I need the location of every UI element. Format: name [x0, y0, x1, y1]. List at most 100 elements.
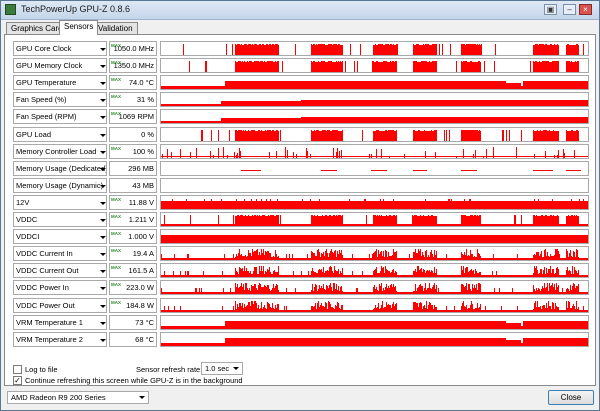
sensor-value-text: 1069 RPM [118, 112, 154, 122]
sensor-value-text: 100 % [132, 146, 154, 156]
sensor-name-dropdown[interactable]: VDDCI [13, 229, 107, 245]
sensor-value-text: 31 % [136, 95, 154, 105]
sensor-graph [160, 126, 589, 142]
sensor-value-text: 43 MB [132, 180, 154, 190]
sensor-name-dropdown[interactable]: 12V [13, 194, 107, 210]
chevron-down-icon [100, 338, 106, 342]
sensor-value: MAX 11.88 V [109, 194, 157, 210]
graph-trace [161, 283, 588, 295]
sensor-value-text: 161.5 A [128, 266, 154, 276]
sensor-value-text: 19.4 A [132, 249, 154, 259]
refresh-rate-value: 1.0 sec [205, 364, 230, 373]
sensor-value: MAX 31 % [109, 92, 157, 108]
sensor-name-dropdown[interactable]: Fan Speed (RPM) [13, 109, 107, 125]
sensor-name: Memory Usage (Dynamic) [16, 180, 104, 190]
graph-trace [161, 235, 588, 244]
sensor-value: 0 % [109, 126, 157, 142]
gpuz-window: TechPowerUp GPU-Z 0.8.6 ▣ – × Graphics C… [0, 0, 600, 411]
close-button[interactable]: Close [548, 390, 594, 405]
sensor-name-dropdown[interactable]: Memory Usage (Dynamic) [13, 177, 107, 193]
sensor-value: MAX 1069 RPM [109, 109, 157, 125]
sensor-name: GPU Memory Clock [16, 61, 83, 71]
sensor-row: VDDCI MAX 1.000 V [13, 229, 589, 245]
sensor-name: VRM Temperature 1 [16, 317, 83, 327]
graph-trace [161, 249, 588, 261]
sensor-value: MAX 100 % [109, 143, 157, 159]
minimize-button[interactable]: – [563, 4, 576, 15]
sensor-name-dropdown[interactable]: GPU Load [13, 126, 107, 142]
sensor-graph [160, 297, 589, 313]
tab-sensors[interactable]: Sensors [59, 20, 99, 35]
sensor-name: GPU Load [16, 129, 52, 139]
refresh-rate-select[interactable]: 1.0 sec [201, 362, 243, 375]
close-window-button[interactable]: × [579, 4, 592, 15]
screenshot-camera-icon[interactable]: ▣ [544, 4, 557, 15]
chevron-down-icon [100, 270, 106, 274]
chevron-down-icon [100, 116, 106, 120]
sensor-name-dropdown[interactable]: GPU Memory Clock [13, 58, 107, 74]
sensor-value: 68 °C [109, 331, 157, 347]
sensor-name-dropdown[interactable]: VDDC Current Out [13, 263, 107, 279]
sensor-name-dropdown[interactable]: VRM Temperature 2 [13, 331, 107, 347]
sensor-row: VDDC MAX 1.211 V [13, 212, 589, 227]
graph-trace [161, 300, 588, 312]
chevron-down-icon [100, 304, 106, 308]
sensor-name-dropdown[interactable]: Memory Usage (Dedicated) [13, 160, 107, 176]
sensor-graph [160, 246, 589, 262]
sensor-name: Memory Usage (Dedicated) [16, 163, 107, 173]
continue-refresh-checkbox[interactable]: ✓ [13, 376, 22, 385]
sensor-name-dropdown[interactable]: Fan Speed (%) [13, 92, 107, 108]
log-to-file-checkbox[interactable] [13, 365, 22, 374]
sensor-row: VRM Temperature 1 73 °C [13, 314, 589, 330]
sensor-name-dropdown[interactable]: VRM Temperature 1 [13, 314, 107, 330]
sensor-row: VDDC Power Out MAX 184.8 W [13, 297, 589, 313]
sensor-graph-plot [161, 300, 588, 312]
chevron-down-icon [100, 167, 106, 171]
sensor-value: MAX 1.000 V [109, 229, 157, 245]
max-indicator: MAX [111, 111, 121, 117]
sensor-graph-plot [161, 179, 588, 192]
sensor-name-dropdown[interactable]: GPU Core Clock [13, 41, 107, 56]
device-name: AMD Radeon R9 200 Series [11, 393, 106, 402]
sensor-name-dropdown[interactable]: VDDC Power Out [13, 297, 107, 313]
max-indicator: MAX [111, 196, 121, 202]
graph-trace [183, 44, 584, 55]
sensor-graph-plot [189, 61, 579, 73]
sensor-row: GPU Memory Clock MAX 1350.0 MHz [13, 58, 589, 74]
sensor-row: Memory Controller Load MAX 100 % [13, 143, 589, 159]
sensor-graph-plot [183, 44, 584, 55]
sensor-name: GPU Temperature [16, 78, 77, 88]
graph-trace [201, 129, 579, 141]
sensor-row: GPU Load 0 % [13, 126, 589, 142]
sensor-graph [160, 41, 589, 56]
sensor-graph-plot [161, 249, 588, 261]
sensor-row: VDDC Current In MAX 19.4 A [13, 246, 589, 262]
sensor-name-dropdown[interactable]: GPU Temperature [13, 75, 107, 91]
sensor-row: VDDC Power In MAX 223.0 W [13, 280, 589, 296]
gpuz-app-icon [5, 4, 16, 15]
sensor-value-text: 1.211 V [128, 215, 154, 224]
sensor-name-dropdown[interactable]: Memory Controller Load [13, 143, 107, 159]
max-indicator: MAX [111, 248, 121, 254]
continue-refresh-check-mark: ✓ [14, 376, 21, 385]
max-indicator: MAX [111, 231, 121, 237]
sensor-name-dropdown[interactable]: VDDC Current In [13, 246, 107, 262]
graph-trace [161, 100, 588, 107]
title-bar[interactable]: TechPowerUp GPU-Z 0.8.6 ▣ – × [1, 1, 599, 20]
chevron-down-icon [100, 219, 106, 222]
sensor-graph-plot [161, 235, 588, 244]
sensor-row: Memory Usage (Dynamic) 43 MB [13, 177, 589, 193]
sensor-name-dropdown[interactable]: VDDC Power In [13, 280, 107, 296]
device-select[interactable]: AMD Radeon R9 200 Series [7, 391, 149, 404]
sensor-graph-plot [161, 320, 588, 329]
sensor-name: GPU Core Clock [16, 44, 72, 53]
sensor-name-dropdown[interactable]: VDDC [13, 212, 107, 227]
max-indicator: MAX [111, 60, 121, 66]
sensor-value-text: 296 MB [128, 163, 154, 173]
sensor-value: 296 MB [109, 160, 157, 176]
sensor-graph [160, 109, 589, 125]
sensor-name: VDDC Power In [16, 283, 69, 293]
max-indicator: MAX [111, 145, 121, 151]
sensor-graph [160, 75, 589, 91]
sensor-value-text: 223.0 W [126, 283, 154, 293]
